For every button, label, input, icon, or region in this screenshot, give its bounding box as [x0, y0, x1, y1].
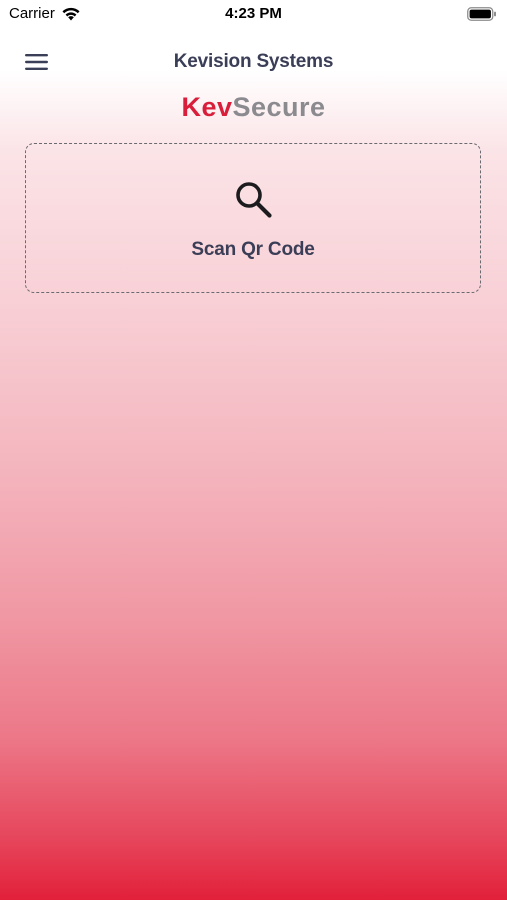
navigation-bar: Kevision Systems — [0, 40, 507, 84]
scan-qr-code-label: Scan Qr Code — [191, 239, 315, 260]
status-bar: Carrier 4:23 PM — [0, 0, 507, 30]
status-time: 4:23 PM — [225, 5, 282, 22]
page-title: Kevision Systems — [173, 51, 334, 72]
battery-icon — [467, 7, 496, 21]
brand-logo: KevSecure — [0, 92, 507, 123]
search-icon — [236, 182, 272, 218]
brand-logo-kev: Kev — [181, 92, 233, 122]
scan-qr-code-button[interactable]: Scan Qr Code — [25, 143, 481, 293]
brand-logo-secure: Secure — [232, 92, 326, 122]
